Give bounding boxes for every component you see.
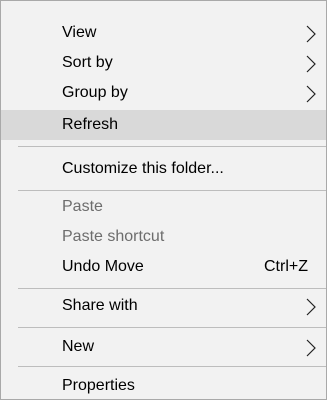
chevron-right-icon: [305, 297, 317, 317]
menu-item-label: View: [62, 24, 97, 41]
chevron-right-icon: [305, 338, 317, 358]
menu-item-label: New: [62, 338, 95, 355]
menu-item-label: Group by: [62, 84, 128, 101]
menu-separator: [18, 190, 326, 191]
keyboard-shortcut: Ctrl+Z: [264, 258, 308, 275]
menu-separator: [18, 327, 326, 328]
chevron-right-icon: [305, 54, 317, 74]
chevron-right-icon: [305, 24, 317, 44]
menu-item-label: Sort by: [62, 54, 113, 71]
menu-item-new[interactable]: New: [1, 332, 326, 362]
menu-item-label: Customize this folder...: [62, 160, 224, 177]
chevron-right-icon: [305, 84, 317, 104]
menu-item-group-by[interactable]: Group by: [1, 78, 326, 108]
menu-item-paste-shortcut: Paste shortcut: [1, 222, 326, 252]
menu-item-label: Properties: [62, 377, 135, 394]
menu-item-refresh[interactable]: Refresh: [1, 110, 326, 140]
menu-item-label: Paste shortcut: [62, 228, 165, 245]
menu-item-customize-folder[interactable]: Customize this folder...: [1, 154, 326, 184]
menu-separator: [18, 366, 326, 367]
menu-item-label: Share with: [62, 297, 138, 314]
menu-item-view[interactable]: View: [1, 18, 326, 48]
menu-separator: [18, 288, 326, 289]
menu-item-sort-by[interactable]: Sort by: [1, 48, 326, 78]
menu-item-properties[interactable]: Properties: [1, 371, 326, 399]
menu-item-share-with[interactable]: Share with: [1, 291, 326, 321]
context-menu: View Sort by Group by Refresh Customize …: [0, 0, 327, 400]
menu-item-label: Paste: [62, 198, 103, 215]
menu-item-undo-move[interactable]: Undo Move Ctrl+Z: [1, 252, 326, 282]
menu-separator: [18, 146, 326, 147]
menu-item-label: Refresh: [62, 116, 119, 133]
menu-item-paste: Paste: [1, 192, 326, 222]
menu-item-label: Undo Move: [62, 258, 144, 275]
